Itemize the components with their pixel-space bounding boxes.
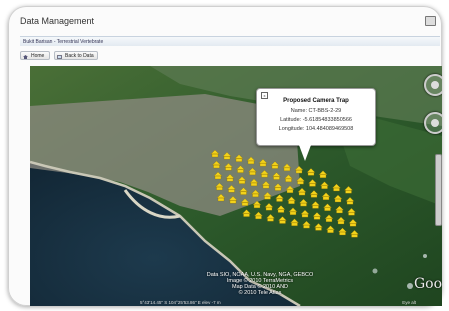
- home-icon: [23, 54, 28, 59]
- window-menu-icon[interactable]: [425, 16, 436, 26]
- back-to-data-button[interactable]: Back to Data: [54, 51, 98, 60]
- satellite-imagery: [30, 66, 442, 306]
- map-credits: Data SIO, NOAA, U.S. Navy, NGA, GEBCO Im…: [160, 272, 360, 296]
- back-icon: [57, 54, 62, 59]
- google-logo: Goo: [413, 276, 442, 292]
- popup-name: Name: CT-BBS-2-29: [290, 108, 342, 114]
- map-view[interactable]: x Proposed Camera Trap Name: CT-BBS-2-29…: [30, 66, 442, 306]
- back-to-data-button-label: Back to Data: [65, 53, 94, 59]
- home-button[interactable]: Home: [20, 51, 50, 60]
- credit-line: © 2010 Tele Atlas: [238, 290, 282, 296]
- toolbar: Home Back to Data: [20, 48, 440, 62]
- pan-icon: [431, 119, 439, 127]
- breadcrumb: Bukit Barisan - Terrestrial Vertebrate: [20, 36, 440, 46]
- popup-pointer: [299, 145, 311, 161]
- look-around-control[interactable]: [424, 74, 442, 96]
- move-control[interactable]: [424, 112, 442, 134]
- popup-longitude: Longitude: 104.484089469508: [278, 126, 354, 132]
- window-title: Data Management: [20, 16, 95, 26]
- popup-latitude: Latitude: -5.61854833850566: [280, 117, 352, 123]
- coordinate-readout: 5°43'14.45" S 104°25'53.86" E elev -7 m: [140, 300, 221, 305]
- popup-title: Proposed Camera Trap: [283, 98, 349, 104]
- look-icon: [431, 81, 439, 89]
- zoom-slider[interactable]: [435, 154, 442, 226]
- home-button-label: Home: [31, 53, 45, 59]
- camera-trap-info-popup: x Proposed Camera Trap Name: CT-BBS-2-29…: [256, 88, 376, 161]
- eye-altitude-label: Eye alt: [402, 300, 416, 305]
